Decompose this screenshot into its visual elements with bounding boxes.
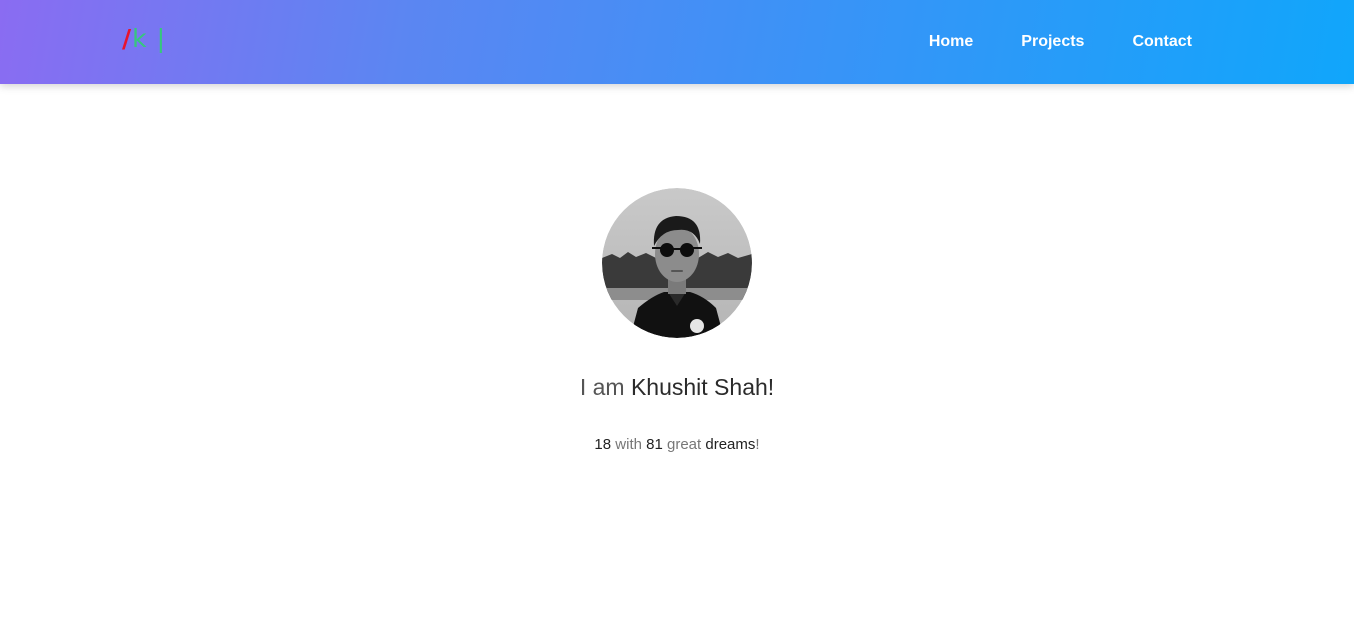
headline-intro: I am	[579, 374, 625, 400]
tagline-with: with	[615, 436, 642, 453]
logo-letter: k	[132, 24, 148, 53]
hero-tagline: 18 with 81 great dreams!	[0, 435, 1354, 455]
tagline-age: 18	[594, 436, 612, 453]
tagline-great: great	[667, 436, 702, 453]
tagline-end: !	[755, 436, 760, 453]
tagline-count: 81	[646, 436, 663, 453]
logo-cursor: |	[156, 24, 167, 53]
nav-link-home[interactable]: Home	[929, 31, 973, 53]
site-logo[interactable]: /k |	[122, 24, 166, 54]
hero-section: I am Khushit Shah! 18 with 81 great drea…	[0, 188, 1354, 455]
tagline-dreams: dreams	[705, 436, 756, 453]
avatar-photo	[602, 188, 752, 338]
nav-link-projects[interactable]: Projects	[1021, 31, 1084, 53]
profile-avatar	[602, 188, 752, 338]
top-navbar: /k | Home Projects Contact	[0, 0, 1354, 84]
nav-menu: Home Projects Contact	[929, 31, 1192, 53]
nav-link-contact[interactable]: Contact	[1132, 31, 1192, 53]
logo-slash: /	[122, 24, 133, 53]
headline-name: Khushit Shah!	[630, 374, 775, 400]
hero-headline: I am Khushit Shah!	[0, 372, 1354, 402]
